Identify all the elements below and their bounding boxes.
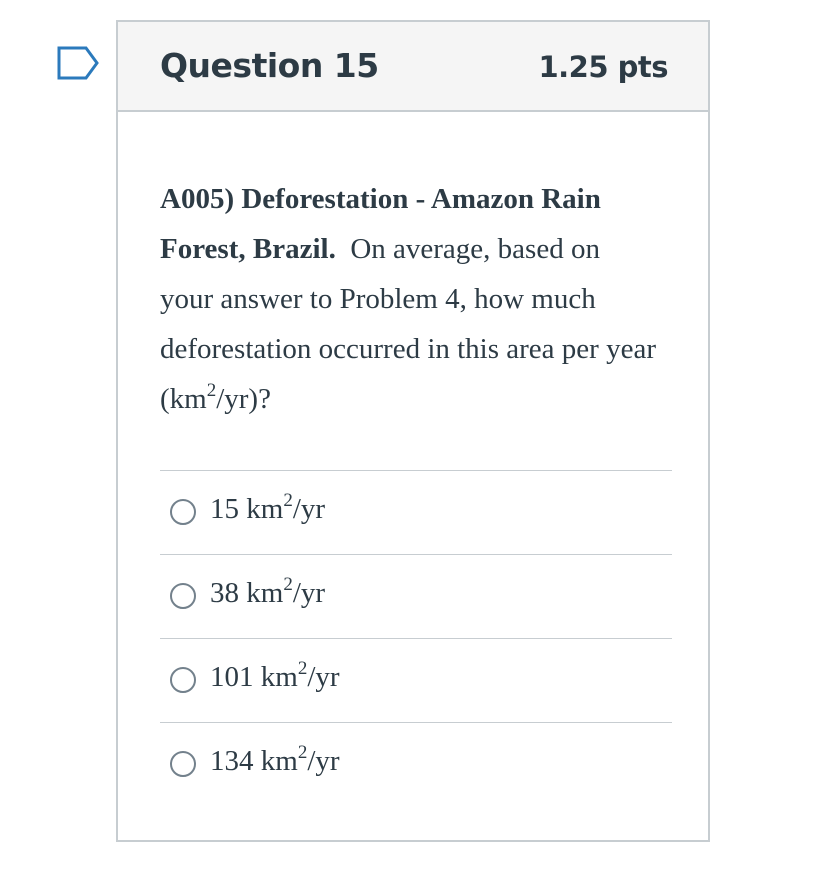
answer-option[interactable]: 101 km2/yr bbox=[160, 638, 672, 722]
answer-label[interactable]: 134 km2/yr bbox=[210, 742, 340, 778]
answer-value: 101 bbox=[210, 661, 254, 693]
answer-unit: km bbox=[246, 493, 284, 525]
answer-unit-suffix: /yr bbox=[292, 493, 326, 525]
answer-unit-superscript: 2 bbox=[297, 658, 308, 679]
answer-unit-superscript: 2 bbox=[283, 490, 293, 511]
answer-unit: km bbox=[246, 577, 284, 609]
question-code: A005) bbox=[160, 183, 235, 215]
question-body-superscript: 2 bbox=[206, 380, 217, 401]
radio-unselected-icon[interactable] bbox=[170, 751, 196, 777]
answer-label[interactable]: 38 km2/yr bbox=[210, 574, 326, 610]
answer-option[interactable]: 38 km2/yr bbox=[160, 554, 672, 638]
answer-option[interactable]: 15 km2/yr bbox=[160, 470, 672, 554]
answer-value: 15 bbox=[210, 493, 239, 525]
answer-value: 134 bbox=[210, 745, 254, 777]
answer-label[interactable]: 101 km2/yr bbox=[210, 658, 340, 694]
answer-unit-suffix: /yr bbox=[292, 577, 326, 609]
question-title: Question 15 bbox=[160, 46, 379, 85]
question-body-end: /yr)? bbox=[216, 383, 271, 415]
answer-option[interactable]: 134 km2/yr bbox=[160, 722, 672, 806]
question-card: Question 15 1.25 pts A005) Deforestation… bbox=[116, 20, 710, 842]
answer-list: 15 km2/yr 38 km2/yr 101 km2/yr 134 km2/y… bbox=[160, 470, 672, 806]
answer-value: 38 bbox=[210, 577, 239, 609]
radio-unselected-icon[interactable] bbox=[170, 583, 196, 609]
answer-unit-suffix: /yr bbox=[307, 745, 340, 777]
question-points: 1.25 pts bbox=[538, 50, 668, 84]
answer-unit-superscript: 2 bbox=[297, 742, 308, 763]
answer-unit-suffix: /yr bbox=[307, 661, 340, 693]
answer-unit: km bbox=[260, 745, 298, 777]
answer-unit: km bbox=[260, 661, 298, 693]
radio-unselected-icon[interactable] bbox=[170, 667, 196, 693]
radio-unselected-icon[interactable] bbox=[170, 499, 196, 525]
question-header: Question 15 1.25 pts bbox=[118, 22, 708, 112]
answer-unit-superscript: 2 bbox=[283, 574, 293, 595]
flag-question-icon[interactable] bbox=[56, 46, 100, 84]
answer-label[interactable]: 15 km2/yr bbox=[210, 490, 326, 526]
question-text: A005) Deforestation - Amazon Rain Forest… bbox=[160, 174, 660, 424]
